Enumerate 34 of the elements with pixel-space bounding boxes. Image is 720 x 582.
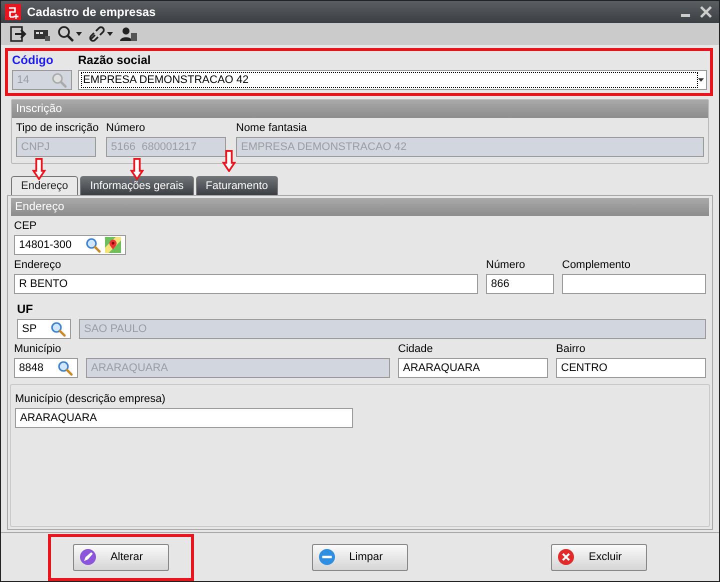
field-label: UF [16, 302, 34, 316]
tab[interactable]: Informações gerais [80, 176, 194, 195]
tab[interactable]: Endereço [11, 176, 78, 195]
address-field[interactable]: R BENTO [14, 274, 478, 294]
field-label: Código [12, 53, 54, 67]
company-dropdown[interactable]: EMPRESA DEMONSTRACAO 42 [78, 70, 707, 90]
field-label: Nome fantasia [236, 122, 308, 134]
district-field[interactable]: CENTRO [556, 358, 706, 378]
tab[interactable]: Faturamento [196, 176, 278, 195]
state-field[interactable]: SP [17, 319, 71, 339]
number-field[interactable]: 866 [486, 274, 554, 294]
state-name-field: SAO PAULO [79, 319, 706, 339]
city-description-field[interactable]: ARARAQUARA [15, 408, 353, 428]
delete-button[interactable]: Excluir [551, 544, 648, 570]
window-title: Cadastro de empresas [27, 5, 157, 19]
field-label: Endereço [14, 259, 62, 271]
clear-button[interactable]: Limpar [312, 544, 408, 570]
field-label: Município (descrição empresa) [15, 393, 166, 405]
field-label: Complemento [562, 259, 632, 271]
panel-header: Endereço [11, 198, 709, 216]
field-label: Razão social [78, 53, 152, 67]
field-label: Número [106, 122, 146, 134]
city-name-field: ARARAQUARA [86, 358, 390, 378]
panel-header: Inscrição [12, 100, 708, 118]
field-label: CEP [14, 220, 38, 232]
field-label: Bairro [556, 343, 586, 355]
city-code-field[interactable]: 8848 [14, 358, 78, 378]
city-field[interactable]: ARARAQUARA [398, 358, 548, 378]
field-label: Número [486, 259, 526, 271]
edit-button[interactable]: Alterar [72, 544, 169, 570]
zip-field[interactable]: 14801-300 [14, 235, 126, 255]
field-label: Cidade [398, 343, 434, 355]
field-label: Tipo de inscrição [16, 122, 96, 134]
field-label: Município [14, 343, 62, 355]
